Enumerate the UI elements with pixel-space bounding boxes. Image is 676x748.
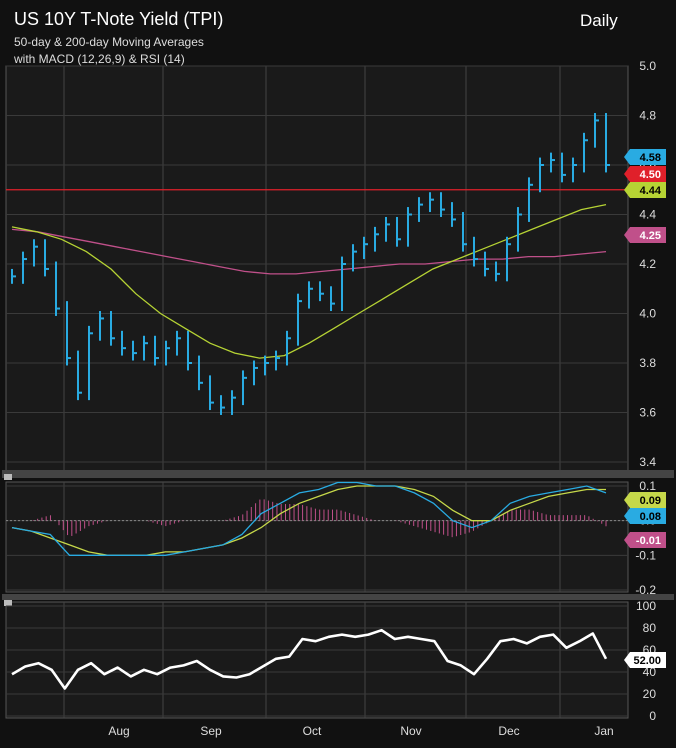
y-tick-label: 3.8: [639, 356, 656, 370]
panel-frame-2: [5, 601, 629, 719]
ma50-value-tag-text: 4.44: [640, 185, 662, 197]
rsi-value-tag: 52.00: [624, 652, 666, 668]
y-tick-label: -0.1: [635, 548, 656, 562]
price-value-tag: 4.58: [624, 149, 666, 165]
x-tick-label: Aug: [108, 724, 129, 738]
chart-window: US 10Y T-Note Yield (TPI) 50-day & 200-d…: [0, 0, 676, 748]
macd-value-tag: 0.08: [624, 508, 666, 524]
panel-frame-1: [5, 481, 629, 593]
y-tick-label: 5.0: [639, 59, 656, 73]
histogram-value-tag-text: -0.01: [636, 535, 661, 547]
level-value-tag-text: 4.50: [640, 169, 661, 181]
y-tick-label: 4.8: [639, 109, 656, 123]
x-tick-label: Oct: [303, 724, 322, 738]
y-tick-label: 20: [643, 687, 657, 701]
x-tick-label: Sep: [200, 724, 222, 738]
histogram-value-tag: -0.01: [624, 532, 666, 548]
x-tick-label: Dec: [498, 724, 519, 738]
chart-svg: AugSepOctNovDecJan5.04.84.64.44.24.03.83…: [2, 59, 674, 738]
panel-separator: [2, 594, 674, 600]
y-tick-label: 3.6: [639, 406, 656, 420]
y-tick-label: 0.1: [639, 479, 656, 493]
x-tick-label: Nov: [400, 724, 421, 738]
panel-frame-0: [5, 65, 629, 472]
y-tick-label: 4.0: [639, 307, 656, 321]
macd-value-tag-text: 0.08: [640, 511, 661, 523]
panel-separator: [2, 470, 674, 478]
y-tick-label: 4.4: [639, 208, 656, 222]
signal-value-tag: 0.09: [624, 492, 666, 508]
y-tick-label: 4.2: [639, 257, 656, 271]
y-tick-label: -0.2: [635, 583, 656, 597]
y-tick-label: 3.4: [639, 455, 656, 469]
ma50-value-tag: 4.44: [624, 182, 666, 198]
signal-value-tag-text: 0.09: [640, 495, 661, 507]
panel-handle: [4, 474, 12, 480]
level-value-tag: 4.50: [624, 166, 666, 182]
y-tick-label: 0: [649, 709, 656, 723]
price-value-tag-text: 4.58: [640, 152, 661, 164]
x-tick-label: Jan: [594, 724, 613, 738]
ma200-value-tag-text: 4.25: [640, 230, 661, 242]
ma200-value-tag: 4.25: [624, 227, 666, 243]
y-tick-label: 80: [643, 621, 657, 635]
rsi-value-tag-text: 52.00: [633, 655, 661, 667]
panel-handle: [4, 600, 12, 606]
y-tick-label: 100: [636, 599, 656, 613]
